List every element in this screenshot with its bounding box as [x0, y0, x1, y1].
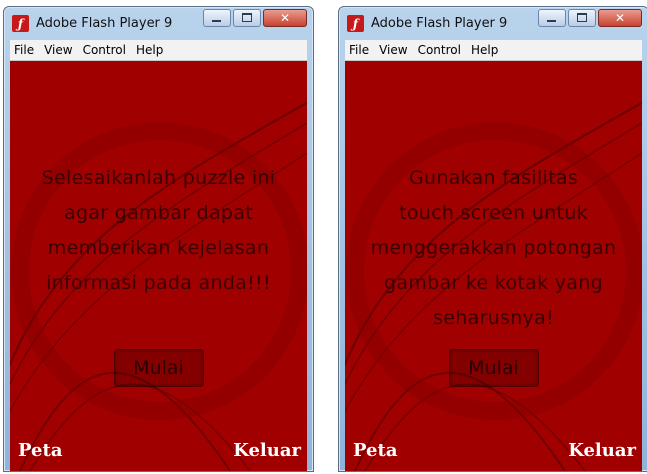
- close-icon: ✕: [614, 11, 626, 25]
- instruction-line: gambar ke kotak yang: [384, 272, 603, 294]
- title-bar[interactable]: ƒ Adobe Flash Player 9 ✕: [4, 7, 313, 40]
- instruction-line: seharusnya!: [433, 307, 554, 329]
- menu-help[interactable]: Help: [471, 43, 498, 57]
- flash-stage: Selesaikanlah puzzle ini agar gambar dap…: [10, 61, 307, 471]
- menu-control[interactable]: Control: [83, 43, 126, 57]
- instruction-text: Selesaikanlah puzzle ini agar gambar dap…: [10, 161, 307, 301]
- instruction-line: informasi pada anda!!!: [46, 272, 271, 294]
- menu-help[interactable]: Help: [136, 43, 163, 57]
- minimize-button[interactable]: [538, 9, 566, 27]
- map-button[interactable]: Peta: [353, 440, 397, 461]
- close-button[interactable]: ✕: [263, 9, 307, 27]
- exit-button[interactable]: Keluar: [568, 440, 636, 461]
- start-button[interactable]: Mulai: [113, 349, 204, 387]
- flash-player-icon: ƒ: [12, 15, 29, 32]
- instruction-line: touch screen untuk: [399, 202, 588, 224]
- instruction-text: Gunakan fasilitas touch screen untuk men…: [345, 161, 642, 336]
- start-button[interactable]: Mulai: [448, 349, 539, 387]
- instruction-line: menggerakkan potongan: [370, 237, 617, 259]
- menu-file[interactable]: File: [349, 43, 369, 57]
- instruction-line: Gunakan fasilitas: [408, 167, 578, 189]
- menu-bar: File View Control Help: [10, 40, 307, 61]
- instruction-line: agar gambar dapat: [64, 202, 253, 224]
- flash-player-window-right: ƒ Adobe Flash Player 9 ✕ File View Contr…: [338, 6, 647, 472]
- title-bar[interactable]: ƒ Adobe Flash Player 9 ✕: [339, 7, 647, 40]
- menu-view[interactable]: View: [44, 43, 72, 57]
- window-title: Adobe Flash Player 9: [36, 16, 173, 31]
- menu-control[interactable]: Control: [418, 43, 461, 57]
- maximize-button[interactable]: [568, 9, 596, 27]
- flash-stage: Gunakan fasilitas touch screen untuk men…: [345, 61, 642, 471]
- close-button[interactable]: ✕: [598, 9, 642, 27]
- minimize-button[interactable]: [203, 9, 231, 27]
- menu-view[interactable]: View: [379, 43, 407, 57]
- map-button[interactable]: Peta: [18, 440, 62, 461]
- exit-button[interactable]: Keluar: [233, 440, 301, 461]
- menu-file[interactable]: File: [14, 43, 34, 57]
- instruction-line: Selesaikanlah puzzle ini: [41, 167, 276, 189]
- instruction-line: memberikan kejelasan: [47, 237, 270, 259]
- maximize-button[interactable]: [233, 9, 261, 27]
- menu-bar: File View Control Help: [345, 40, 642, 61]
- flash-player-window-left: ƒ Adobe Flash Player 9 ✕ File View Contr…: [3, 6, 314, 472]
- close-icon: ✕: [279, 11, 291, 25]
- flash-player-icon: ƒ: [347, 15, 364, 32]
- window-title: Adobe Flash Player 9: [371, 16, 508, 31]
